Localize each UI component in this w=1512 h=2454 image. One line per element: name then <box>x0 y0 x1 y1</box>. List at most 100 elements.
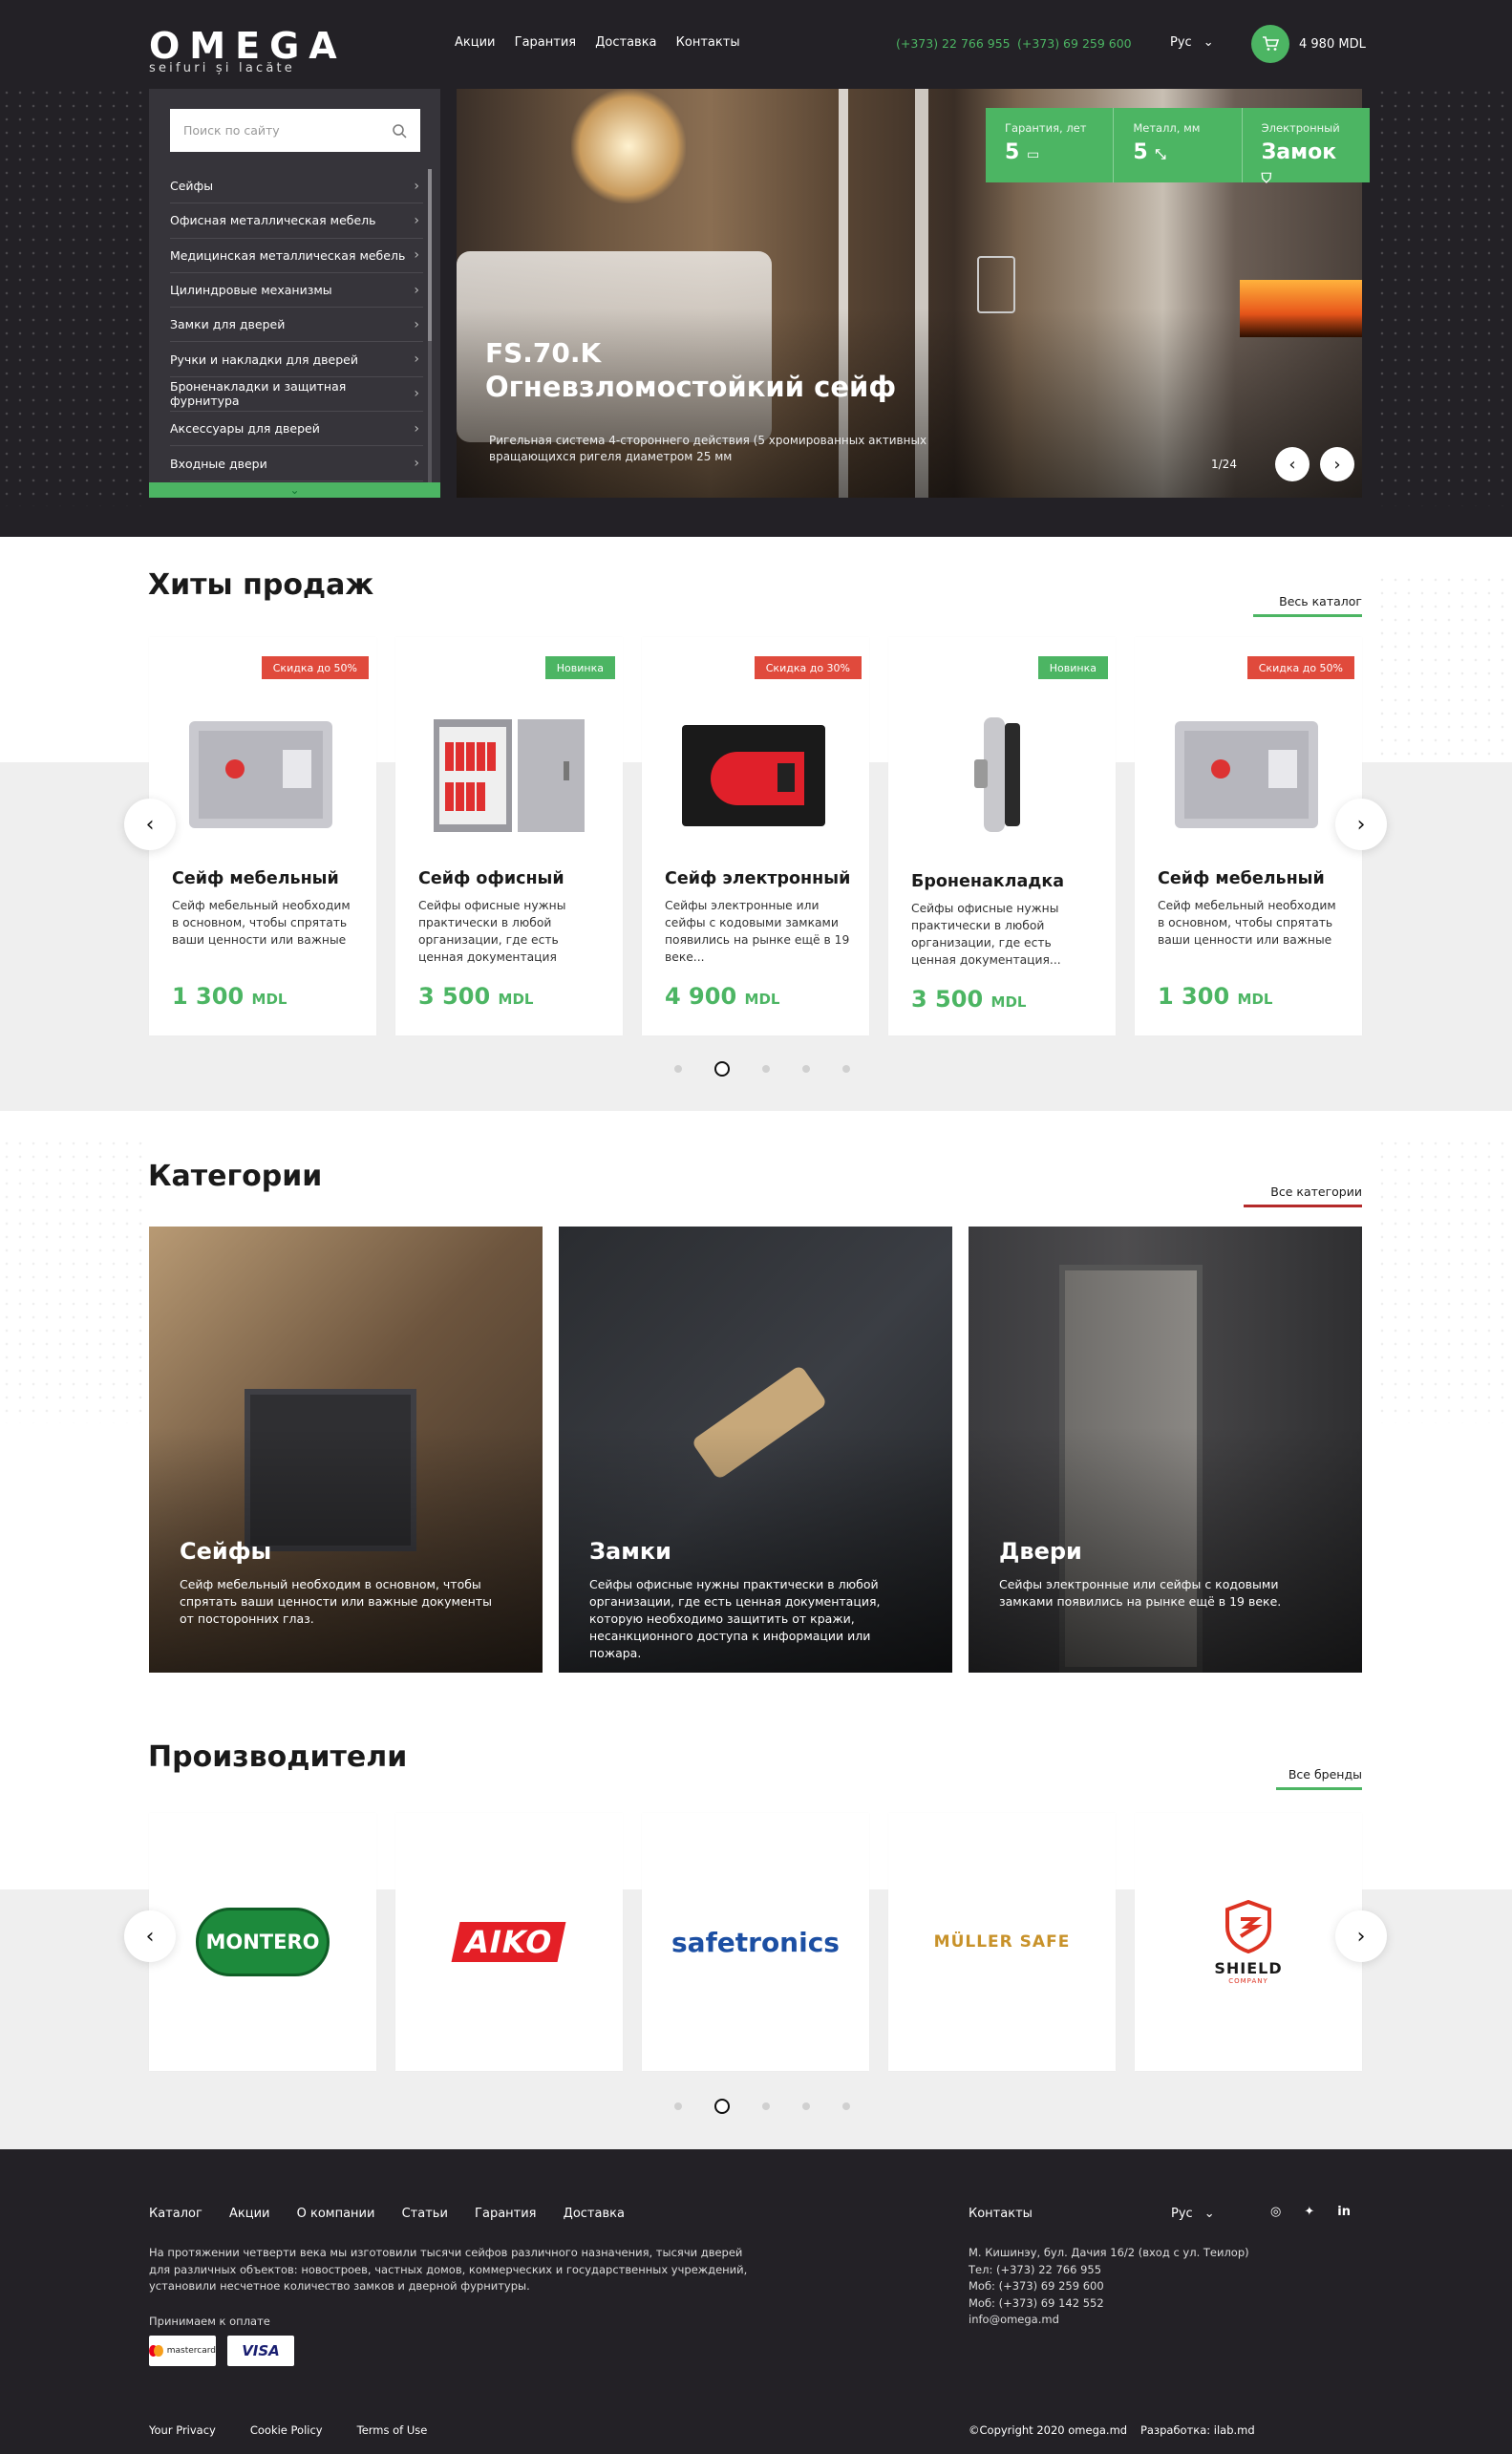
menu-item-door-locks[interactable]: Замки для дверей › <box>170 308 423 343</box>
logo[interactable]: OMEGA seifuri și lacăte <box>149 27 347 75</box>
all-categories-link[interactable]: Все категории <box>1244 1184 1362 1207</box>
developer-credit[interactable]: Разработка: ilab.md <box>1140 2423 1255 2437</box>
menu-item-armor-plates[interactable]: Броненакладки и защитная фурнитура › <box>170 377 423 413</box>
product-card[interactable]: Новинка Броненакладка Сейфы офисные нужн… <box>888 637 1116 1035</box>
nav-warranty[interactable]: Гарантия <box>515 35 576 50</box>
pager-dot[interactable] <box>802 2102 810 2110</box>
footer-nav-delivery[interactable]: Доставка <box>564 2207 625 2221</box>
product-card[interactable]: Скидка до 30% Сейф электронный Сейфы эле… <box>642 637 869 1035</box>
pager-dot[interactable] <box>674 2102 682 2110</box>
nav-promotions[interactable]: Акции <box>455 35 496 50</box>
dot-pattern <box>0 86 143 506</box>
brand-card-muller-safe[interactable]: MÜLLER SAFE <box>888 1813 1116 2071</box>
menu-item-safes[interactable]: Сейфы › <box>170 169 423 204</box>
nav-contacts[interactable]: Контакты <box>676 35 740 50</box>
footer-language-select[interactable]: Рус ⌄ <box>1171 2207 1215 2221</box>
pager-dot-active[interactable] <box>714 2099 730 2114</box>
twitter-icon[interactable]: ✦ <box>1304 2205 1314 2219</box>
contact-list: М. Кишинэу, бул. Дачия 16/2 (вход с ул. … <box>969 2245 1249 2329</box>
price-value: 1 300 <box>1158 983 1230 1010</box>
payment-name: VISA <box>242 2342 280 2359</box>
chevron-right-icon: › <box>1333 454 1341 475</box>
pager-dot[interactable] <box>842 1065 850 1073</box>
menu-scrollbar[interactable] <box>428 169 432 484</box>
category-card-safes[interactable]: Сейфы Сейф мебельный необходим в основно… <box>149 1227 543 1673</box>
footer-nav-catalog[interactable]: Каталог <box>149 2207 202 2221</box>
cookie-policy-link[interactable]: Cookie Policy <box>250 2423 323 2437</box>
menu-item-handles[interactable]: Ручки и накладки для дверей › <box>170 342 423 377</box>
brand-logo-sub: COMPANY <box>1228 1976 1268 1985</box>
spec-value: Замок <box>1261 140 1337 164</box>
chevron-left-icon: ‹ <box>145 812 155 837</box>
products-next-button[interactable]: › <box>1335 799 1387 850</box>
pager-dot[interactable] <box>842 2102 850 2110</box>
hero-prev-button[interactable]: ‹ <box>1275 447 1310 481</box>
cart[interactable]: 4 980 MDL <box>1251 25 1366 63</box>
pager-dot[interactable] <box>674 1065 682 1073</box>
menu-item-label: Цилиндровые механизмы <box>170 283 332 298</box>
product-name: Сейф офисный <box>418 869 564 888</box>
product-price: 1 300 MDL <box>1158 983 1272 1010</box>
logo-text: OMEGA <box>149 25 347 67</box>
hero-next-button[interactable]: › <box>1320 447 1354 481</box>
contact-address: М. Кишинэу, бул. Дачия 16/2 (вход с ул. … <box>969 2246 1249 2259</box>
all-catalog-link[interactable]: Весь каталог <box>1253 594 1362 617</box>
contact-phone[interactable]: Тел: (+373) 22 766 955 <box>969 2262 1249 2279</box>
scrollbar-thumb[interactable] <box>428 169 432 341</box>
linkedin-icon[interactable]: in <box>1337 2205 1351 2219</box>
discount-badge: Скидка до 50% <box>1246 656 1354 679</box>
footer-nav-warranty[interactable]: Гарантия <box>475 2207 536 2221</box>
language-select[interactable]: Рус ⌄ <box>1170 35 1214 50</box>
contact-mobile-2[interactable]: Моб: (+373) 69 142 552 <box>969 2295 1249 2313</box>
menu-item-medical-furniture[interactable]: Медицинская металлическая мебель › <box>170 239 423 273</box>
phone-2[interactable]: (+373) 69 259 600 <box>1017 36 1132 51</box>
spec-label: Электронный <box>1261 121 1340 135</box>
price-value: 1 300 <box>172 983 245 1010</box>
menu-item-accessories[interactable]: Аксессуары для дверей › <box>170 412 423 447</box>
brand-logo: AIKO <box>451 1922 567 1962</box>
chevron-down-icon: ⌄ <box>1203 35 1214 50</box>
brand-logo: SHIELD <box>1214 1958 1283 1977</box>
privacy-link[interactable]: Your Privacy <box>149 2423 216 2437</box>
pager-dot[interactable] <box>762 2102 770 2110</box>
brand-card-safetronics[interactable]: safetronics <box>642 1813 869 2071</box>
product-name: Броненакладка <box>911 872 1065 891</box>
instagram-icon[interactable]: ◎ <box>1270 2205 1281 2219</box>
brand-card-aiko[interactable]: AIKO <box>395 1813 623 2071</box>
contact-email[interactable]: info@omega.md <box>969 2312 1249 2329</box>
footer-nav-promotions[interactable]: Акции <box>229 2207 270 2221</box>
all-brands-link[interactable]: Все бренды <box>1276 1767 1362 1790</box>
menu-item-cylinders[interactable]: Цилиндровые механизмы › <box>170 273 423 309</box>
hero-heading: FS.70.K Огневзломостойкий сейф <box>485 337 896 403</box>
link-label: Все категории <box>1270 1184 1362 1199</box>
catalog-sidebar: Поиск по сайту Сейфы › Офисная металличес… <box>149 89 440 498</box>
payment-methods: mastercard VISA <box>149 2336 294 2366</box>
chevron-left-icon: ‹ <box>1288 454 1296 475</box>
chevron-right-icon: › <box>1356 812 1366 837</box>
menu-item-entrance-doors[interactable]: Входные двери › <box>170 446 423 481</box>
brand-card-shield[interactable]: SHIELD COMPANY <box>1135 1813 1362 2071</box>
product-price: 4 900 MDL <box>665 983 779 1010</box>
phone-1[interactable]: (+373) 22 766 955 <box>896 36 1011 51</box>
brand-card-montero[interactable]: MONTERO <box>149 1813 376 2071</box>
product-card[interactable]: Скидка до 50% Сейф мебельный Сейф мебель… <box>149 637 376 1035</box>
nav-delivery[interactable]: Доставка <box>595 35 656 50</box>
footer-nav-about[interactable]: О компании <box>297 2207 375 2221</box>
category-card-locks[interactable]: Замки Сейфы офисные нужны практически в … <box>559 1227 952 1673</box>
category-card-doors[interactable]: Двери Сейфы электронные или сейфы с кодо… <box>969 1227 1362 1673</box>
pager-dot[interactable] <box>762 1065 770 1073</box>
brands-next-button[interactable]: › <box>1335 1910 1387 1962</box>
terms-link[interactable]: Terms of Use <box>357 2423 428 2437</box>
hero-title: Огневзломостойкий сейф <box>485 371 897 403</box>
pager-dot[interactable] <box>802 1065 810 1073</box>
product-card[interactable]: Скидка до 50% Сейф мебельный Сейф мебель… <box>1135 637 1362 1035</box>
product-card[interactable]: Новинка Сейф офисный Сейфы офисные нужны… <box>395 637 623 1035</box>
products-prev-button[interactable]: ‹ <box>124 799 176 850</box>
pager-dot-active[interactable] <box>714 1061 730 1077</box>
footer-nav-articles[interactable]: Статьи <box>402 2207 448 2221</box>
menu-item-office-furniture[interactable]: Офисная металлическая мебель › <box>170 203 423 239</box>
brands-prev-button[interactable]: ‹ <box>124 1910 176 1962</box>
search-input[interactable]: Поиск по сайту <box>170 109 420 152</box>
expand-menu-button[interactable]: ⌄ <box>149 482 440 498</box>
contact-mobile-1[interactable]: Моб: (+373) 69 259 600 <box>969 2278 1249 2295</box>
